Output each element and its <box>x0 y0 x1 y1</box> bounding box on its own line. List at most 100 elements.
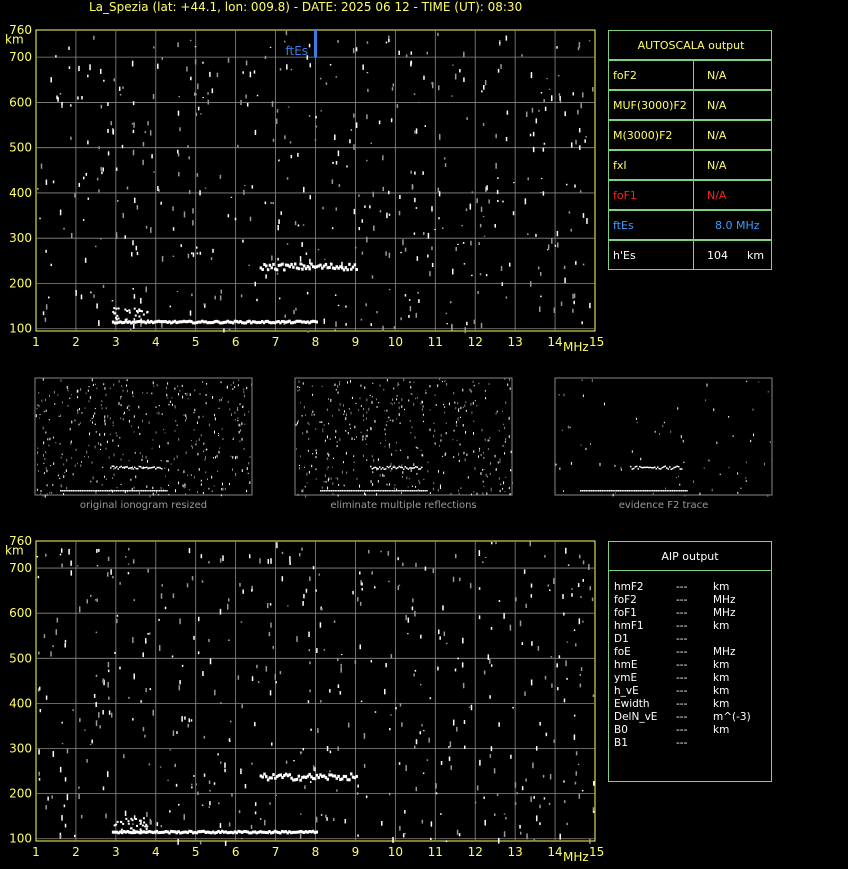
trace-point <box>113 824 116 827</box>
noise-point <box>303 186 305 193</box>
thumbnail-point <box>399 449 401 451</box>
thumbnail-point <box>122 417 124 421</box>
noise-point <box>359 571 361 575</box>
thumbnail-point <box>90 480 92 483</box>
noise-point <box>95 674 98 677</box>
thumbnail-point <box>235 473 237 477</box>
thumbnail-point <box>415 397 417 400</box>
noise-point <box>530 594 533 598</box>
thumbnail-trace <box>392 466 394 469</box>
thumbnail-point <box>54 403 56 405</box>
thumbnail-point <box>295 423 297 426</box>
noise-point <box>87 74 89 78</box>
thumbnail-point <box>716 441 718 444</box>
thumbnail-point <box>113 383 115 386</box>
noise-point <box>570 142 573 148</box>
thumbnail-point <box>74 419 76 422</box>
noise-point <box>420 634 422 639</box>
aip-param: hmF2 <box>614 581 644 593</box>
thumbnail-point <box>429 409 431 411</box>
trace-point <box>116 820 119 823</box>
thumbnail-point <box>133 415 135 418</box>
thumbnail-point <box>184 393 186 395</box>
noise-point <box>240 99 242 106</box>
thumbnail-point <box>332 493 334 496</box>
thumbnail-point <box>40 493 42 495</box>
thumbnail-trace <box>365 490 367 492</box>
thumbnail-point <box>362 454 364 458</box>
thumbnail-point <box>120 395 122 398</box>
thumbnail-trace <box>99 490 102 492</box>
thumbnail-point <box>301 414 303 417</box>
thumbnail-point <box>654 430 656 433</box>
noise-point <box>177 149 179 154</box>
noise-point <box>199 251 202 255</box>
noise-point <box>370 323 372 326</box>
noise-point <box>390 654 393 659</box>
noise-point <box>498 600 501 602</box>
noise-point <box>548 802 551 805</box>
thumbnail-trace <box>330 490 333 492</box>
trace-point <box>146 825 149 828</box>
noise-point <box>59 93 62 95</box>
noise-point <box>295 307 297 311</box>
trace-point <box>348 262 351 266</box>
thumbnail-point <box>308 437 310 441</box>
noise-point <box>203 773 206 777</box>
thumbnail-trace <box>669 466 671 468</box>
noise-point <box>564 111 566 117</box>
thumbnail-point <box>243 388 245 391</box>
noise-point <box>93 35 95 40</box>
thumbnail-point <box>327 479 329 482</box>
noise-point <box>249 71 252 78</box>
noise-point <box>103 79 105 82</box>
thumbnail-point <box>473 432 475 435</box>
thumbnail-trace <box>130 490 132 492</box>
thumbnail-point <box>152 381 154 385</box>
thumbnail-trace <box>336 490 338 492</box>
thumbnail-point <box>155 431 157 434</box>
noise-point <box>300 751 303 753</box>
thumbnail-point <box>300 402 302 404</box>
thumbnail-point <box>703 467 705 469</box>
thumbnail-point <box>41 399 43 402</box>
noise-point <box>378 120 381 125</box>
noise-point <box>415 562 417 567</box>
thumbnail-point <box>471 411 473 414</box>
noise-point <box>437 187 440 193</box>
thumbnail-point <box>401 464 403 467</box>
noise-point <box>410 60 413 65</box>
thumbnail-point <box>444 411 446 414</box>
thumbnail-point <box>208 423 210 427</box>
noise-point <box>451 323 453 330</box>
thumbnail-trace <box>664 465 666 468</box>
thumbnail-trace <box>61 490 64 492</box>
thumbnail-point <box>105 407 107 410</box>
noise-point <box>63 227 65 230</box>
noise-point <box>315 589 317 592</box>
noise-point <box>157 186 159 191</box>
thumbnail-trace <box>325 490 327 492</box>
noise-point <box>399 825 401 831</box>
thumbnail-trace <box>407 468 409 470</box>
thumbnail-point <box>391 453 393 456</box>
thumbnail-trace <box>373 467 375 469</box>
thumbnail-point <box>480 472 482 475</box>
noise-point <box>89 744 92 746</box>
trace-point <box>120 821 123 824</box>
trace-point <box>117 317 120 320</box>
noise-point <box>424 125 427 127</box>
thumb-caption-original: original ionogram resized <box>79 500 208 511</box>
trace-point <box>283 268 286 272</box>
thumbnail-point <box>500 483 502 485</box>
noise-point <box>76 565 79 567</box>
thumbnail-point <box>153 385 155 387</box>
trace-point <box>135 824 138 827</box>
thumbnail-point <box>55 442 57 444</box>
noise-point <box>395 707 397 710</box>
noise-point <box>66 748 69 754</box>
thumbnail-point <box>45 409 47 412</box>
thumbnail-point <box>327 486 329 490</box>
noise-point <box>335 207 338 211</box>
noise-point <box>45 179 48 185</box>
